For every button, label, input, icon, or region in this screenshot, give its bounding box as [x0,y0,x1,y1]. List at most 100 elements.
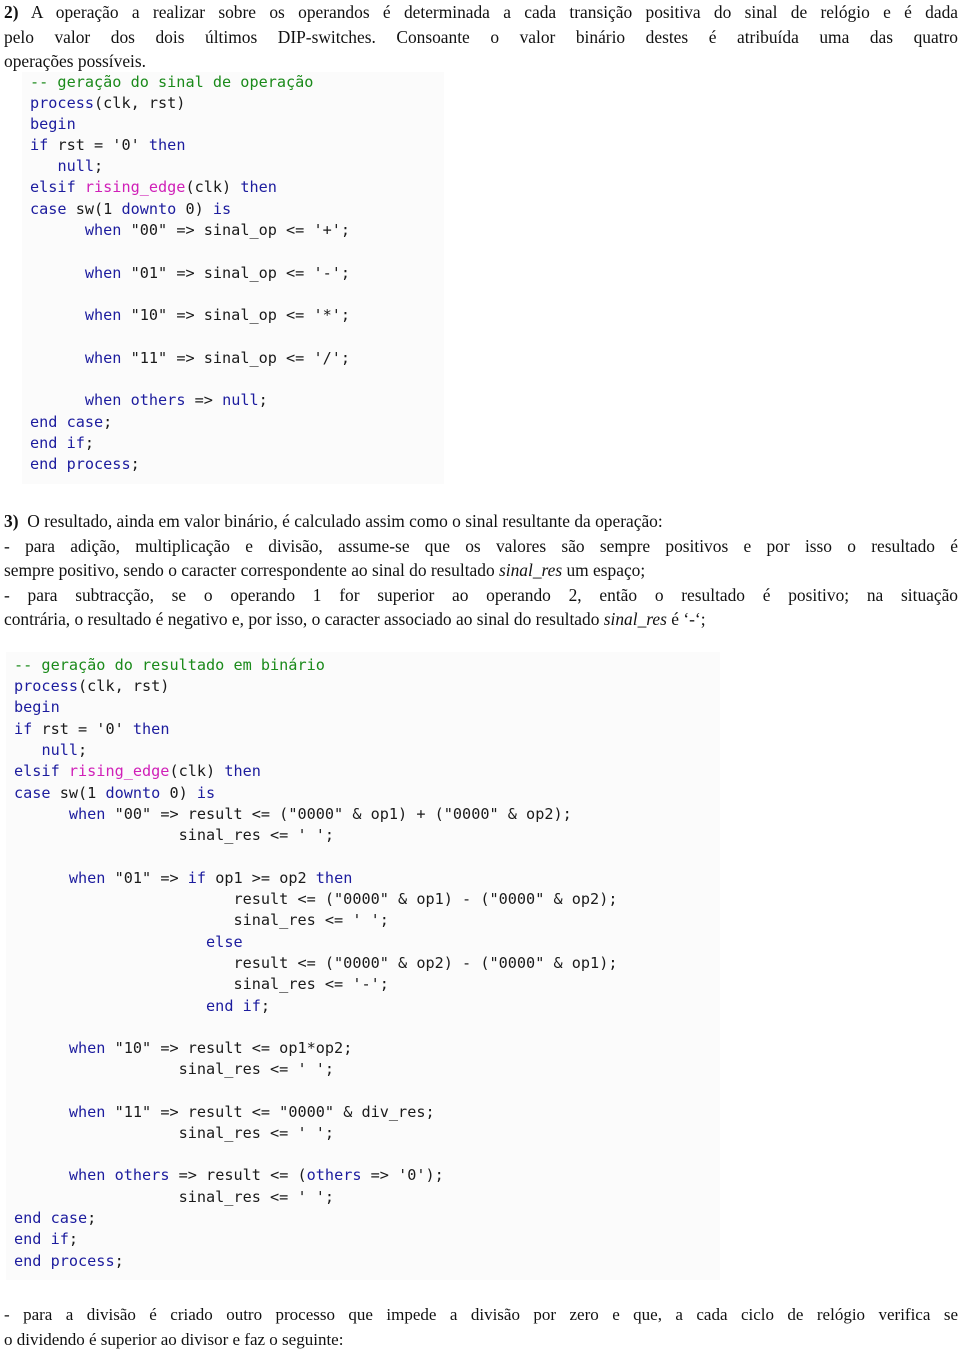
code-keyword: if [243,997,261,1015]
closing-paragraph: - para a divisão é criado outro processo… [4,1303,958,1352]
code-text: "01" => sinal_op <= '-'; [121,264,350,282]
code-text: (clk) [169,762,224,780]
section-3-bullet-1-line-1: - para adição, multiplicação e divisão, … [4,534,958,559]
code-keyword: others [131,391,186,409]
code-text: "10" => sinal_op <= '*'; [121,306,350,324]
code-keyword: if [67,434,85,452]
code-text: sinal_res <= ' '; [179,1060,334,1078]
code-text: sw(1 [51,784,106,802]
code-keyword: end [30,434,57,452]
code-line: elsif rising_edge(clk) then [30,177,277,198]
code-keyword: elsif [14,762,60,780]
code-text: => '0'); [362,1166,444,1184]
code-keyword: process [30,94,94,112]
code-text: rst = '0' [32,720,133,738]
code-line: begin [30,114,76,135]
code-line: sinal_res <= ' '; [14,1123,334,1144]
code-line: sinal_res <= ' '; [14,1059,334,1080]
code-text: (clk, rst) [78,677,169,695]
code-text [41,1252,50,1270]
code-keyword: process [67,455,131,473]
code-line: if rst = '0' then [30,135,185,156]
code-keyword: when [85,221,122,239]
code-keyword: if [14,720,32,738]
code-line: -- geração do sinal de operação [30,72,313,93]
code-keyword: when [85,306,122,324]
section-3-intro-line: 3) O resultado, ainda em valor binário, … [4,509,958,534]
code-line: sinal_res <= '-'; [14,974,389,995]
section-2-text-1: A operação a realizar sobre os operandos… [31,2,958,22]
code-text [60,762,69,780]
code-keyword: end [14,1209,41,1227]
code-text: "11" => result <= "0000" & div_res; [105,1103,434,1121]
code-text [57,434,66,452]
code-keyword: null [222,391,259,409]
code-line: when "00" => sinal_op <= '+'; [30,220,350,241]
code-text [105,1166,114,1184]
code-keyword: begin [30,115,76,133]
code-line: sinal_res <= ' '; [14,910,389,931]
code-line: when "11" => result <= "0000" & div_res; [14,1102,435,1123]
code-line: when "01" => if op1 >= op2 then [14,868,352,889]
code-keyword: others [115,1166,170,1184]
code-text: ; [115,1252,124,1270]
code-text: ; [69,1230,78,1248]
code-keyword: elsif [30,178,76,196]
code-keyword: if [51,1230,69,1248]
code-text: ; [103,413,112,431]
code-comment: -- geração do sinal de operação [30,73,313,91]
code-keyword: is [197,784,215,802]
code-keyword: if [188,869,206,887]
code-line: elsif rising_edge(clk) then [14,761,261,782]
code-keyword: when [69,869,106,887]
code-line: end case; [30,412,112,433]
code-keyword: end [206,997,233,1015]
code-line: begin [14,697,60,718]
code-keyword: case [30,200,67,218]
code-line: when others => null; [30,390,268,411]
code-text: "11" => sinal_op <= '/'; [121,349,350,367]
code-keyword: when [85,349,122,367]
code-text: ; [85,434,94,452]
closing-line-1: - para a divisão é criado outro processo… [4,1303,958,1328]
code-line: end process; [14,1251,124,1272]
code-text: (clk) [185,178,240,196]
code-line: else [14,932,243,953]
code-text [121,391,130,409]
code-line: if rst = '0' then [14,719,169,740]
code-keyword: case [14,784,51,802]
code-line: when "01" => sinal_op <= '-'; [30,263,350,284]
variable-sinal-res: sinal_res [499,560,562,580]
code-text: sinal_res <= ' '; [179,1188,334,1206]
section-3-number: 3) [4,511,19,531]
code-keyword: case [51,1209,88,1227]
section-2-line-3: operações possíveis. [4,49,958,74]
code-text: ; [261,997,270,1015]
code-keyword: downto [105,784,160,802]
code-comment: -- geração do resultado em binário [14,656,325,674]
code-text: result <= ("0000" & op2) - ("0000" & op1… [233,954,617,972]
code-line: case sw(1 downto 0) is [14,783,215,804]
code-keyword: end [14,1252,41,1270]
code-text: sinal_res <= ' '; [233,911,388,929]
code-keyword: then [240,178,277,196]
code-text [41,1209,50,1227]
section-3-bullet-2-line-1: - para subtracção, se o operando 1 for s… [4,583,958,608]
code-text: 0) [176,200,213,218]
code-line: when "11" => sinal_op <= '/'; [30,348,350,369]
closing-line-2: o dividendo é superior ao divisor e faz … [4,1328,958,1352]
code-keyword: downto [121,200,176,218]
code-line: sinal_res <= ' '; [14,825,334,846]
code-keyword: when [85,264,122,282]
code-keyword: when [85,391,122,409]
code-line: null; [30,156,103,177]
code-text: op1 >= op2 [206,869,316,887]
code-text: "01" => [105,869,187,887]
code-keyword: then [133,720,170,738]
code-text [76,178,85,196]
code-keyword: when [69,1166,106,1184]
code-keyword: when [69,1103,106,1121]
code-keyword: end [30,455,57,473]
code-keyword: else [206,933,243,951]
code-text [233,997,242,1015]
